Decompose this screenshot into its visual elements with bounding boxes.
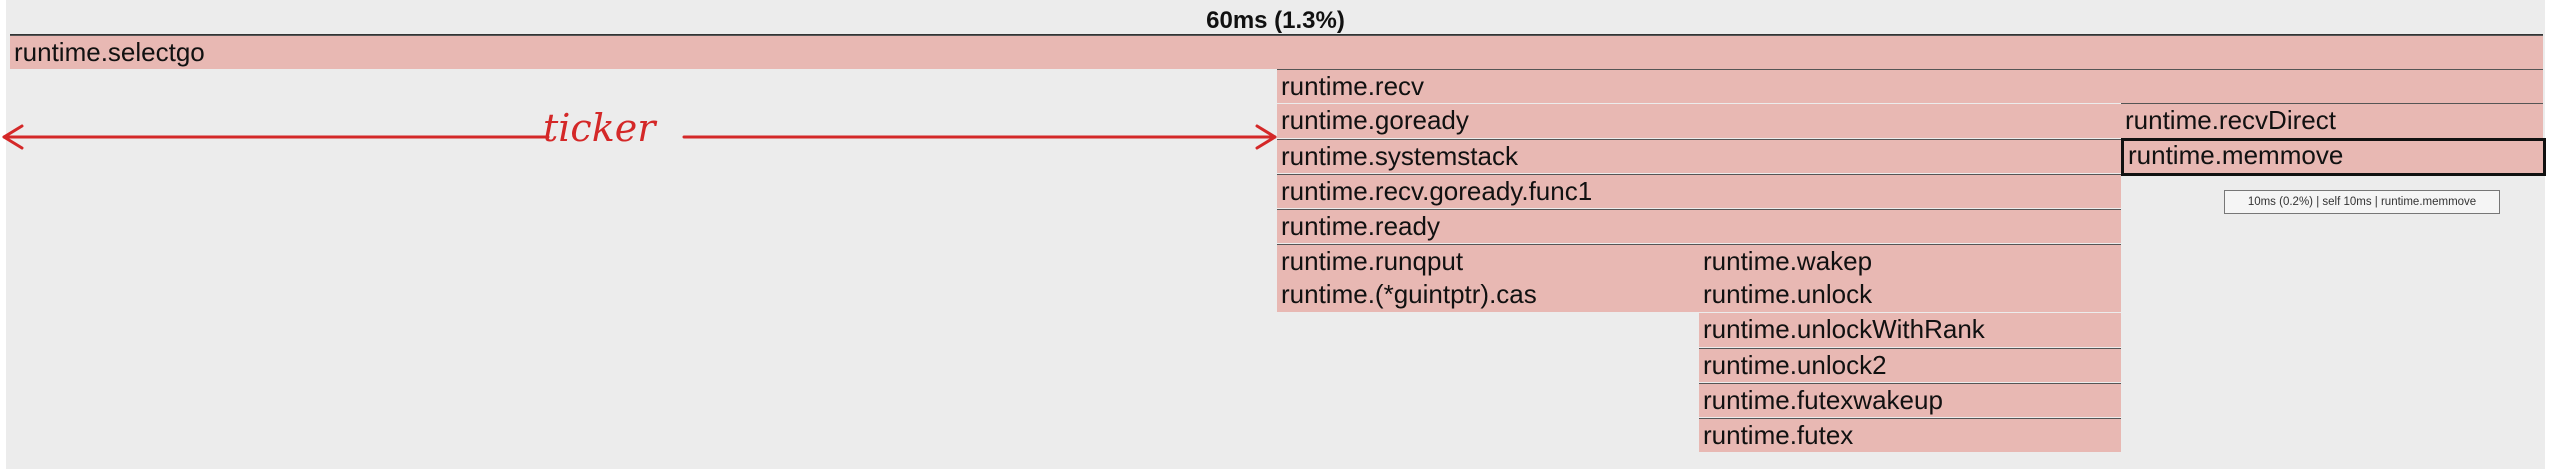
ticker-annotation-arrow xyxy=(2,124,1277,150)
ticker-annotation-label: ticker xyxy=(543,106,656,150)
